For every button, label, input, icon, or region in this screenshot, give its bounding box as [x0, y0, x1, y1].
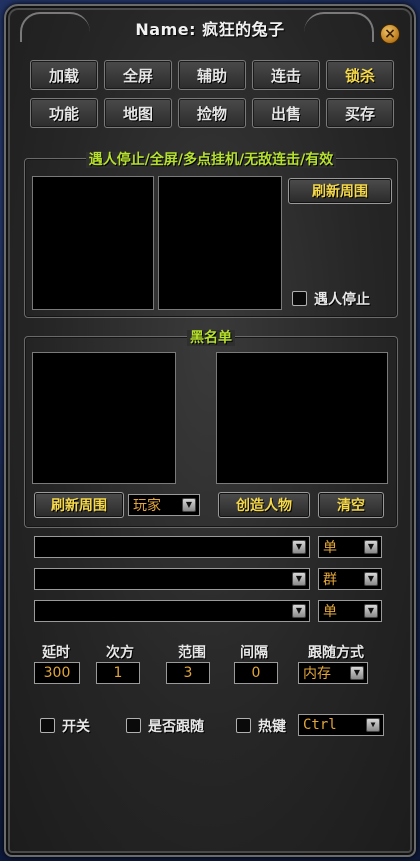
mode-select-1-value: 单 [323, 540, 337, 556]
close-button[interactable]: × [380, 24, 400, 44]
stop-checkbox[interactable] [292, 291, 307, 306]
tab-map[interactable]: 地图 [104, 98, 172, 128]
tab-combo[interactable]: 连击 [252, 60, 320, 90]
chevron-down-icon[interactable]: ▼ [364, 604, 378, 618]
mode-select-2[interactable]: 群 ▼ [318, 568, 382, 590]
tab-assist[interactable]: 辅助 [178, 60, 246, 90]
range-input[interactable]: 3 [166, 662, 210, 684]
tab-sell[interactable]: 出售 [252, 98, 320, 128]
interval-input[interactable]: 0 [234, 662, 278, 684]
chevron-down-icon[interactable]: ▼ [182, 498, 196, 512]
chevron-down-icon[interactable]: ▼ [364, 540, 378, 554]
blacklist-select-2[interactable]: ▼ [34, 568, 310, 590]
blacklist-title: 黑名单 [187, 330, 235, 346]
tab-functions[interactable]: 功能 [30, 98, 98, 128]
stop-list-left[interactable] [32, 176, 154, 310]
interval-label: 间隔 [240, 645, 268, 661]
blacklist-select-1[interactable]: ▼ [34, 536, 310, 558]
target-type-value: 玩家 [133, 498, 161, 514]
mode-select-3-value: 单 [323, 604, 337, 620]
switch-checkbox[interactable] [40, 718, 55, 733]
hotkey-value: Ctrl [303, 717, 337, 733]
mode-select-2-value: 群 [323, 572, 337, 588]
delay-input[interactable]: 300 [34, 662, 80, 684]
mode-select-1[interactable]: 单 ▼ [318, 536, 382, 558]
mode-select-3[interactable]: 单 ▼ [318, 600, 382, 622]
hotkey-checkbox[interactable] [236, 718, 251, 733]
follow-mode-value: 内存 [303, 666, 331, 682]
follow-checkbox[interactable] [126, 718, 141, 733]
switch-label: 开关 [62, 719, 90, 735]
chevron-down-icon[interactable]: ▼ [364, 572, 378, 586]
range-label: 范围 [178, 645, 206, 661]
title-ornament-right [304, 12, 374, 42]
tab-lock-kill[interactable]: 锁杀 [326, 60, 394, 90]
create-character-button[interactable]: 创造人物 [218, 492, 310, 518]
tab-fullscreen[interactable]: 全屏 [104, 60, 172, 90]
blacklist-select-3[interactable]: ▼ [34, 600, 310, 622]
hotkey-label: 热键 [258, 719, 286, 735]
follow-label: 是否跟随 [148, 719, 204, 735]
tab-load[interactable]: 加载 [30, 60, 98, 90]
follow-mode-select[interactable]: 内存 ▼ [298, 662, 368, 684]
tab-buy-store[interactable]: 买存 [326, 98, 394, 128]
times-input[interactable]: 1 [96, 662, 140, 684]
blacklist-list-right[interactable] [216, 352, 388, 484]
tab-pickup[interactable]: 捡物 [178, 98, 246, 128]
follow-mode-label: 跟随方式 [308, 645, 364, 661]
blacklist-list-left[interactable] [32, 352, 176, 484]
title-ornament-left [20, 12, 90, 42]
stop-group-title: 遇人停止/全屏/多点挂机/无敌连击/有效 [85, 152, 337, 168]
blacklist-refresh-button[interactable]: 刷新周围 [34, 492, 124, 518]
chevron-down-icon[interactable]: ▼ [292, 604, 306, 618]
title-bar[interactable]: Name: 疯狂的兔子 [6, 6, 414, 50]
hotkey-select[interactable]: Ctrl ▼ [298, 714, 384, 736]
delay-label: 延时 [42, 645, 70, 661]
chevron-down-icon[interactable]: ▼ [292, 572, 306, 586]
stop-list-right[interactable] [158, 176, 282, 310]
stop-refresh-button[interactable]: 刷新周围 [288, 178, 392, 204]
close-icon: × [384, 26, 396, 42]
window-title: Name: 疯狂的兔子 [135, 20, 285, 39]
chevron-down-icon[interactable]: ▼ [366, 718, 380, 732]
stop-checkbox-label: 遇人停止 [314, 292, 370, 308]
settings-window: Name: 疯狂的兔子 × 加载 全屏 辅助 连击 锁杀 功能 地图 捡物 出售… [4, 4, 416, 857]
chevron-down-icon[interactable]: ▼ [350, 666, 364, 680]
times-label: 次方 [106, 645, 134, 661]
clear-button[interactable]: 清空 [318, 492, 384, 518]
target-type-select[interactable]: 玩家 ▼ [128, 494, 200, 516]
chevron-down-icon[interactable]: ▼ [292, 540, 306, 554]
